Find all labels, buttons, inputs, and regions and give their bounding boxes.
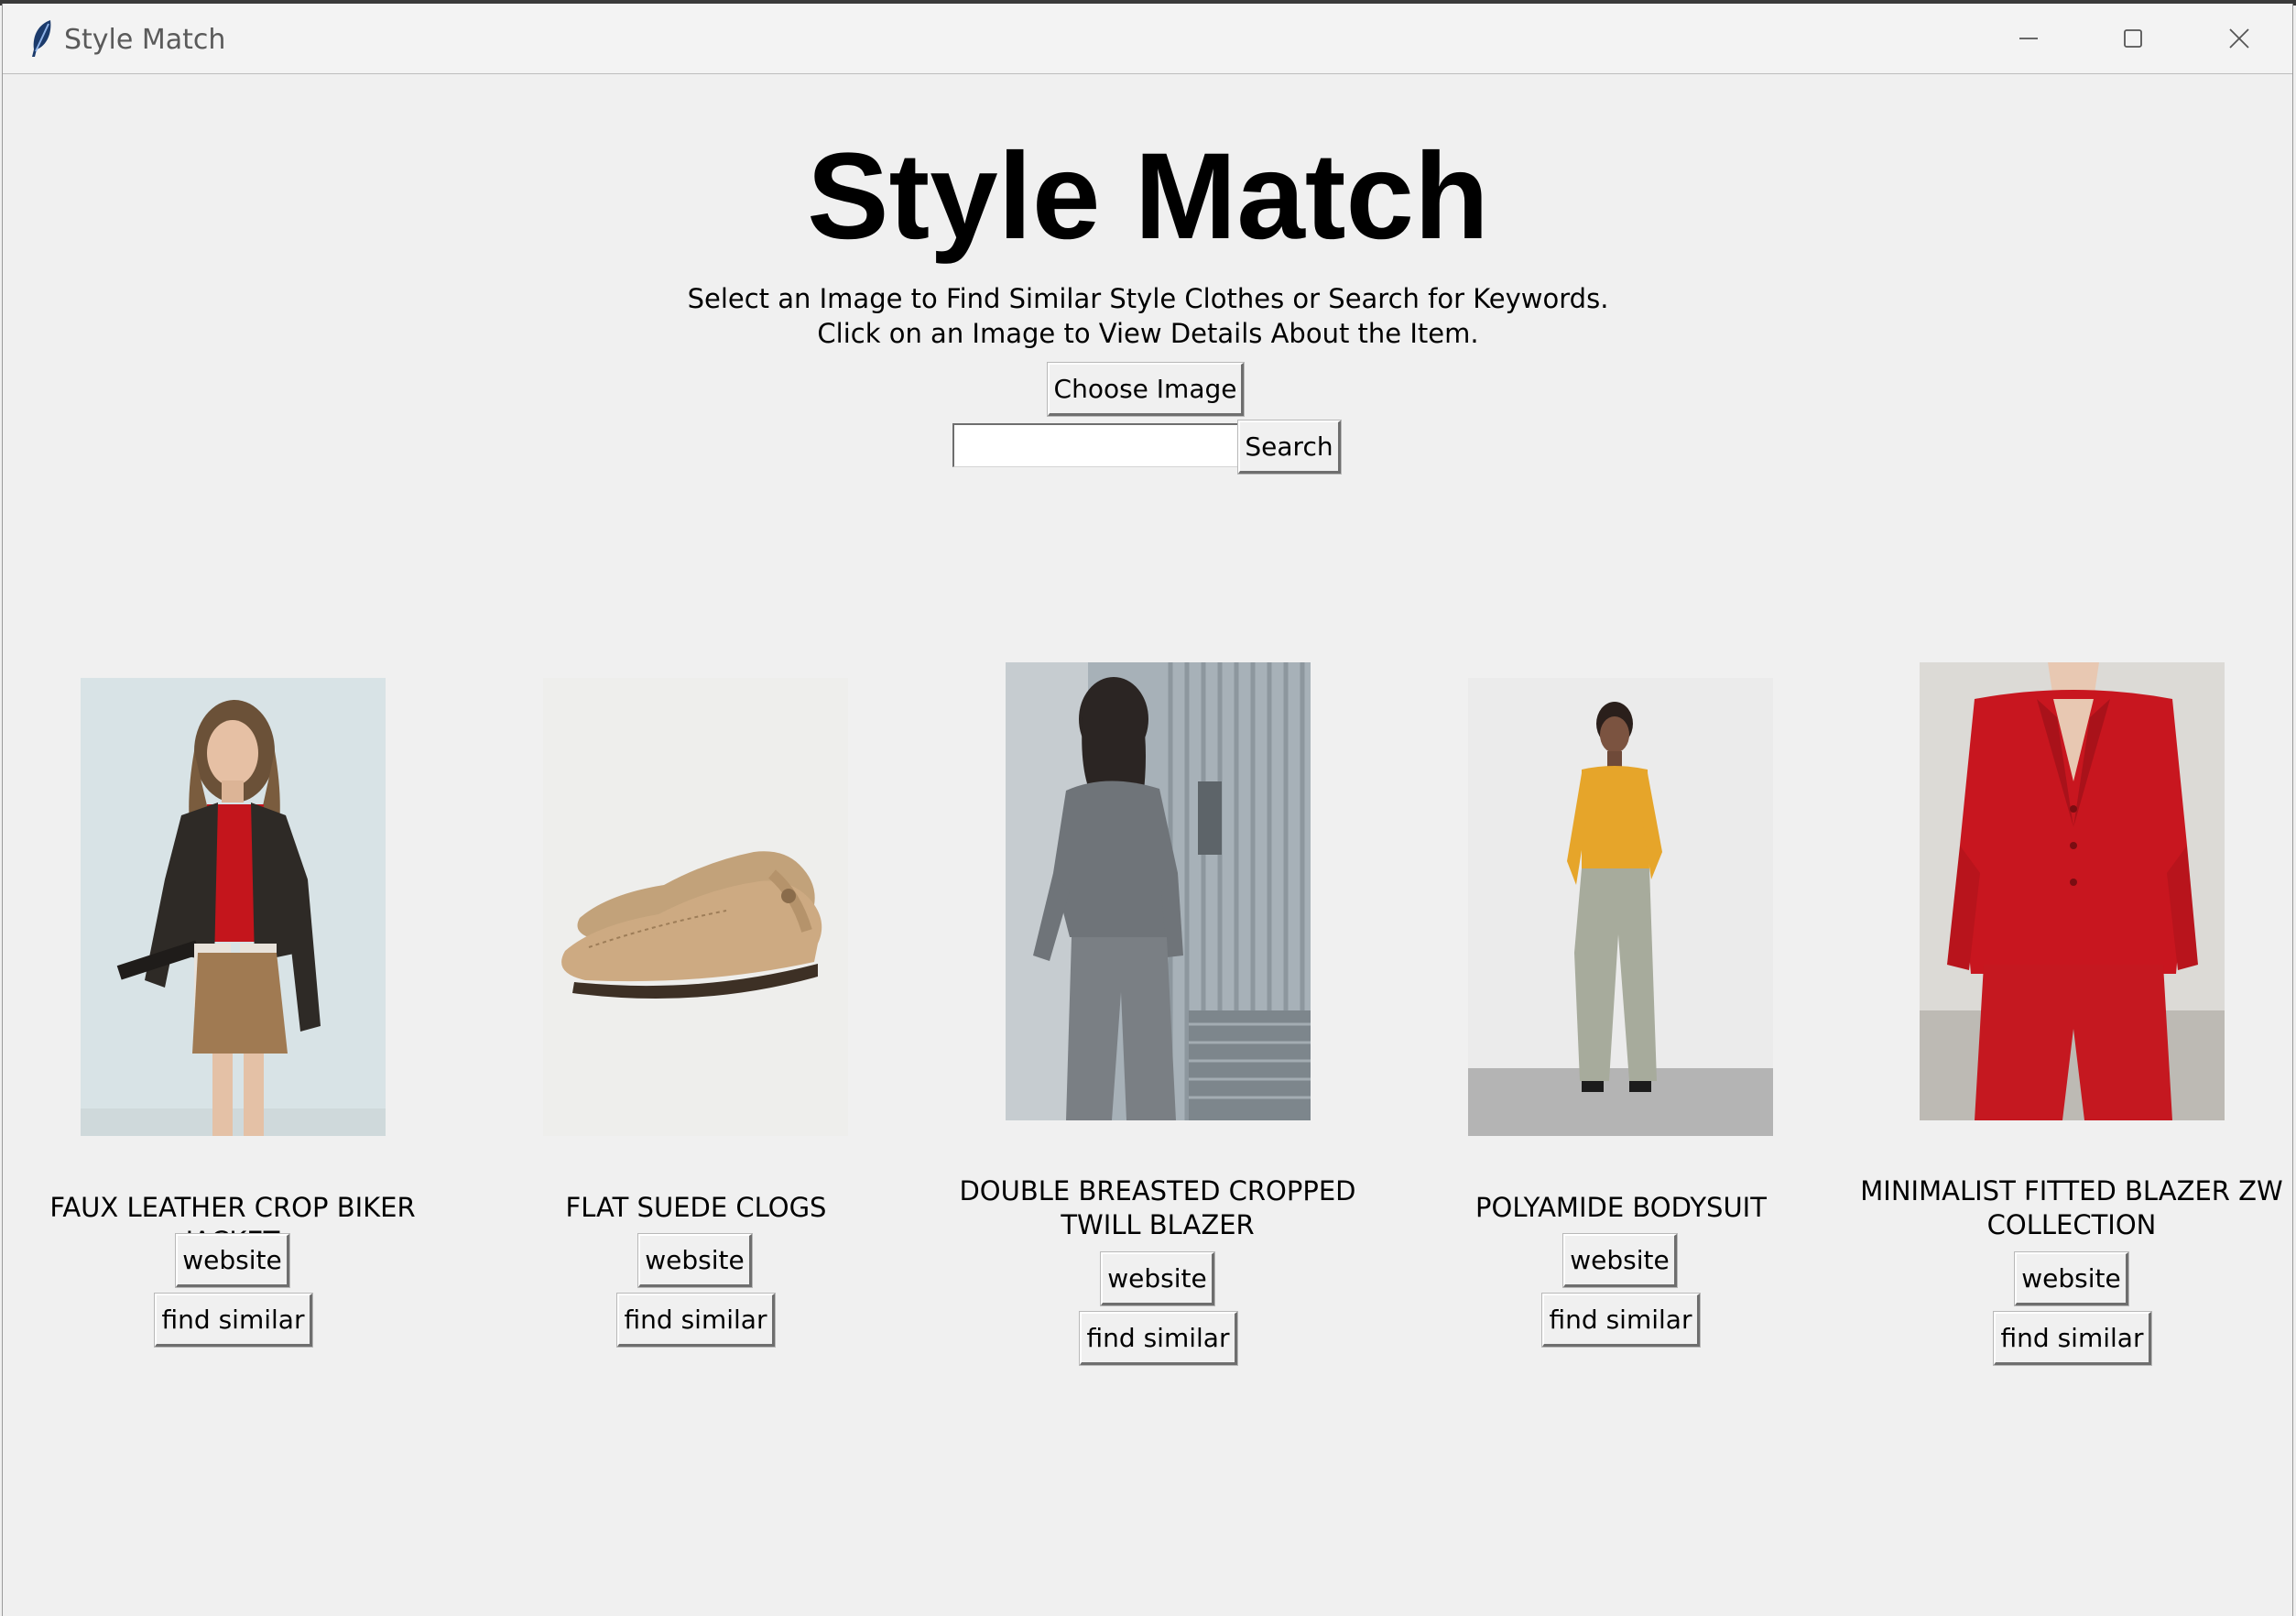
website-button[interactable]: website <box>1101 1252 1214 1305</box>
instruction-line-2: Click on an Image to View Details About … <box>817 318 1479 349</box>
page-title: Style Match <box>807 128 1489 265</box>
minimize-icon <box>2019 38 2038 39</box>
title-bar[interactable]: Style Match <box>3 4 2292 74</box>
maximize-icon <box>2124 29 2142 48</box>
close-button[interactable] <box>2203 13 2276 64</box>
product-name: DOUBLE BREASTED CROPPED TWILL BLAZER <box>959 1175 1356 1240</box>
product-name: MINIMALIST FITTED BLAZER ZW COLLECTION <box>1860 1175 2283 1240</box>
search-button[interactable]: Search <box>1238 420 1341 474</box>
maximize-button[interactable] <box>2096 13 2170 64</box>
feather-icon <box>27 18 56 59</box>
find-similar-button[interactable]: find similar <box>617 1294 775 1347</box>
website-button[interactable]: website <box>1563 1234 1677 1287</box>
find-similar-button[interactable]: find similar <box>1080 1312 1237 1365</box>
product-image-red-blazer[interactable] <box>1920 662 2225 1120</box>
website-button[interactable]: website <box>176 1234 289 1287</box>
instruction-line-1: Select an Image to Find Similar Style Cl… <box>687 283 1609 314</box>
close-icon <box>2229 28 2249 49</box>
find-similar-button[interactable]: find similar <box>1994 1312 2151 1365</box>
website-button[interactable]: website <box>638 1234 752 1287</box>
product-image-suede-clogs[interactable] <box>543 678 848 1136</box>
choose-image-button[interactable]: Choose Image <box>1048 363 1244 416</box>
product-image-bodysuit[interactable] <box>1468 678 1773 1136</box>
search-input[interactable] <box>952 423 1238 467</box>
website-button[interactable]: website <box>2015 1252 2128 1305</box>
product-name: POLYAMIDE BODYSUIT <box>1475 1192 1767 1223</box>
product-image-twill-blazer[interactable] <box>1006 662 1311 1120</box>
product-image-biker-jacket[interactable] <box>81 678 386 1136</box>
minimize-button[interactable] <box>1992 13 2065 64</box>
product-name: FLAT SUEDE CLOGS <box>565 1192 827 1223</box>
window-title: Style Match <box>64 24 226 56</box>
find-similar-button[interactable]: find similar <box>155 1294 312 1347</box>
find-similar-button[interactable]: find similar <box>1542 1294 1700 1347</box>
